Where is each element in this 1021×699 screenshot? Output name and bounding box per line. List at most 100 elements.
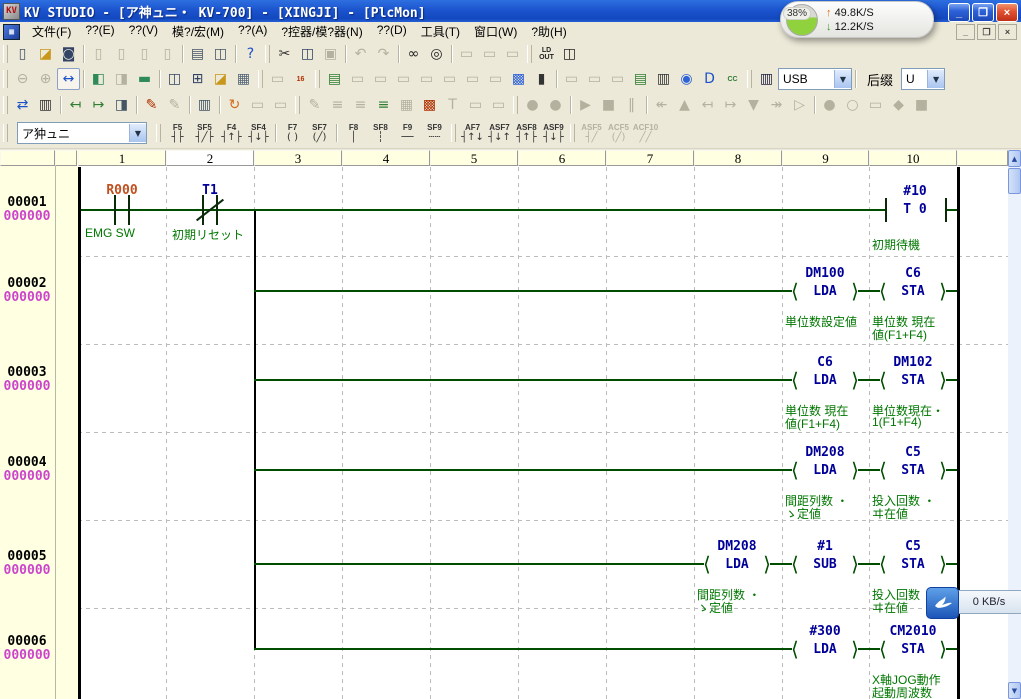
mode1-button[interactable]: ● xyxy=(521,94,544,116)
chevron-down-icon[interactable]: ▼ xyxy=(834,70,851,88)
ftp-button[interactable]: ▭ xyxy=(484,68,507,90)
continue-button[interactable]: ▷ xyxy=(788,94,811,116)
breakpoint-button[interactable]: ● xyxy=(818,94,841,116)
memory-button[interactable]: ▭ xyxy=(266,68,289,90)
reference2-button[interactable]: ▭ xyxy=(478,43,501,65)
menu-item-2[interactable]: ??(E) xyxy=(78,21,121,42)
menu-item-6[interactable]: ?控器/模?器(N) xyxy=(274,21,369,42)
tool2-button[interactable]: ▭ xyxy=(583,68,606,90)
fn-f5-button[interactable]: F5┤├ xyxy=(164,120,191,146)
calendar-setup-button[interactable]: 16 xyxy=(289,68,312,90)
fn-sf5-button[interactable]: SF5┤╱├ xyxy=(191,120,218,146)
window-grid-button[interactable]: ▩ xyxy=(418,94,441,116)
tool1-button[interactable]: ▭ xyxy=(560,68,583,90)
pause-button[interactable]: ‖ xyxy=(620,94,643,116)
ps-unit-button[interactable]: ▥ xyxy=(652,68,675,90)
cclink-button[interactable]: CC xyxy=(721,68,744,90)
download-widget[interactable]: 0 KB/s xyxy=(926,587,1021,617)
fn-asf9-button[interactable]: ASF9┤↓├ xyxy=(540,120,567,146)
paste-button[interactable]: ▣ xyxy=(319,43,342,65)
menu-item-5[interactable]: ??(A) xyxy=(231,21,274,42)
read-from-plc-button[interactable]: ↤ xyxy=(64,94,87,116)
screen-button[interactable]: ▥ xyxy=(193,94,216,116)
step-forward-button[interactable]: ↦ xyxy=(719,94,742,116)
import2-button[interactable]: ▯ xyxy=(133,43,156,65)
tile-windows-button[interactable]: ⊞ xyxy=(186,68,209,90)
menu-item-7[interactable]: ??(D) xyxy=(370,21,414,42)
fn-acf5-button[interactable]: ACF5(╱) xyxy=(605,120,632,146)
thunder-bird-icon[interactable] xyxy=(926,587,959,619)
restore-button[interactable]: ❐ xyxy=(972,3,994,22)
stop-all-button[interactable]: ■ xyxy=(910,94,933,116)
print-preview-button[interactable]: ◫ xyxy=(209,43,232,65)
unit4-button[interactable]: ▭ xyxy=(415,68,438,90)
cut-button[interactable]: ✂ xyxy=(273,43,296,65)
fn-sf8-button[interactable]: SF8┆ xyxy=(367,120,394,146)
fn-f4-button[interactable]: F4┤↑├ xyxy=(218,120,245,146)
unit6-button[interactable]: ▭ xyxy=(461,68,484,90)
column-header-10[interactable]: 10 xyxy=(869,150,957,166)
fn-sf4-button[interactable]: SF4┤↓├ xyxy=(245,120,272,146)
column-header-4[interactable]: 4 xyxy=(342,150,430,166)
column-header-6[interactable]: 6 xyxy=(518,150,606,166)
unit2-button[interactable]: ▭ xyxy=(369,68,392,90)
circuit-view-button[interactable]: ◫ xyxy=(558,43,581,65)
output-view-button[interactable]: ▬ xyxy=(133,68,156,90)
pc-to-plc-button[interactable]: ⇄ xyxy=(11,94,34,116)
comm-port-select[interactable]: USB▼ xyxy=(778,68,852,90)
watch-button[interactable]: ◆ xyxy=(887,94,910,116)
menu-item-1[interactable]: 文件(F) xyxy=(25,21,78,42)
help-button[interactable]: ? xyxy=(239,43,262,65)
network-speed-widget[interactable]: 38% ↑ 49.8K/S ↓ 12.2K/S xyxy=(780,1,934,38)
edit-mode2-button[interactable]: ✎ xyxy=(163,94,186,116)
menu-item-9[interactable]: 窗口(W) xyxy=(467,21,524,42)
device-config-button[interactable]: ▤ xyxy=(323,68,346,90)
registers-button[interactable]: ▭ xyxy=(864,94,887,116)
printer-setup-button[interactable]: ▤ xyxy=(629,68,652,90)
fn-f9-button[interactable]: F9── xyxy=(394,120,421,146)
device-list-button[interactable]: ≡ xyxy=(349,94,372,116)
fn-f7-button[interactable]: F7( ) xyxy=(279,120,306,146)
sync3-button[interactable]: ▭ xyxy=(269,94,292,116)
scroll-up-button[interactable]: ▲ xyxy=(1008,150,1021,167)
redo-button[interactable]: ↷ xyxy=(372,43,395,65)
save-button[interactable]: ◙ xyxy=(57,43,80,65)
undo-button[interactable]: ↶ xyxy=(349,43,372,65)
scroll-thumb[interactable] xyxy=(1008,168,1021,194)
print-button[interactable]: ▤ xyxy=(186,43,209,65)
monitor-setup-button[interactable]: ▥ xyxy=(755,68,778,90)
menu-item-10[interactable]: ?助(H) xyxy=(524,21,573,42)
mdi-restore-button[interactable]: ❐ xyxy=(977,24,996,40)
sync-button[interactable]: ↻ xyxy=(223,94,246,116)
find-next-button[interactable]: ◎ xyxy=(425,43,448,65)
text-insert-button[interactable]: T xyxy=(441,94,464,116)
edit-mode-button[interactable]: ✎ xyxy=(140,94,163,116)
fit-width-button[interactable]: ↔ xyxy=(57,68,80,90)
tool3-button[interactable]: ▭ xyxy=(606,68,629,90)
ld-out-view-button[interactable]: LDOUT xyxy=(535,43,558,65)
run-button[interactable]: ▶ xyxy=(574,94,597,116)
column-header-7[interactable]: 7 xyxy=(606,150,694,166)
minimize-button[interactable]: _ xyxy=(948,3,970,22)
unit5-button[interactable]: ▭ xyxy=(438,68,461,90)
pause-hand-button[interactable]: ○ xyxy=(841,94,864,116)
scroll-down-button[interactable]: ▼ xyxy=(1008,682,1021,699)
verify-button[interactable]: ◨ xyxy=(110,94,133,116)
comment-edit-button[interactable]: ✎ xyxy=(303,94,326,116)
step-up-button[interactable]: ▲ xyxy=(673,94,696,116)
write-to-plc-button[interactable]: ↦ xyxy=(87,94,110,116)
box2-button[interactable]: ▭ xyxy=(487,94,510,116)
fn-asf7-button[interactable]: ASF7┤↓↑ xyxy=(486,120,513,146)
rewind-button[interactable]: ↞ xyxy=(650,94,673,116)
column-header-5[interactable]: 5 xyxy=(430,150,518,166)
zoom-in-button[interactable]: ⊕ xyxy=(34,68,57,90)
new-project-button[interactable]: ▯ xyxy=(11,43,34,65)
export2-button[interactable]: ▯ xyxy=(156,43,179,65)
menu-item-8[interactable]: 工具(T) xyxy=(414,21,467,42)
ladder-editor[interactable]: 1234567891000001000000R000EMG SWT1初期リセット… xyxy=(0,150,1021,699)
project-case-button[interactable]: ▮ xyxy=(530,68,553,90)
project-folder-button[interactable]: ◪ xyxy=(209,68,232,90)
menu-item-3[interactable]: ??(V) xyxy=(122,21,165,42)
chevron-down-icon[interactable]: ▼ xyxy=(927,70,944,88)
find-button[interactable]: ∞ xyxy=(402,43,425,65)
